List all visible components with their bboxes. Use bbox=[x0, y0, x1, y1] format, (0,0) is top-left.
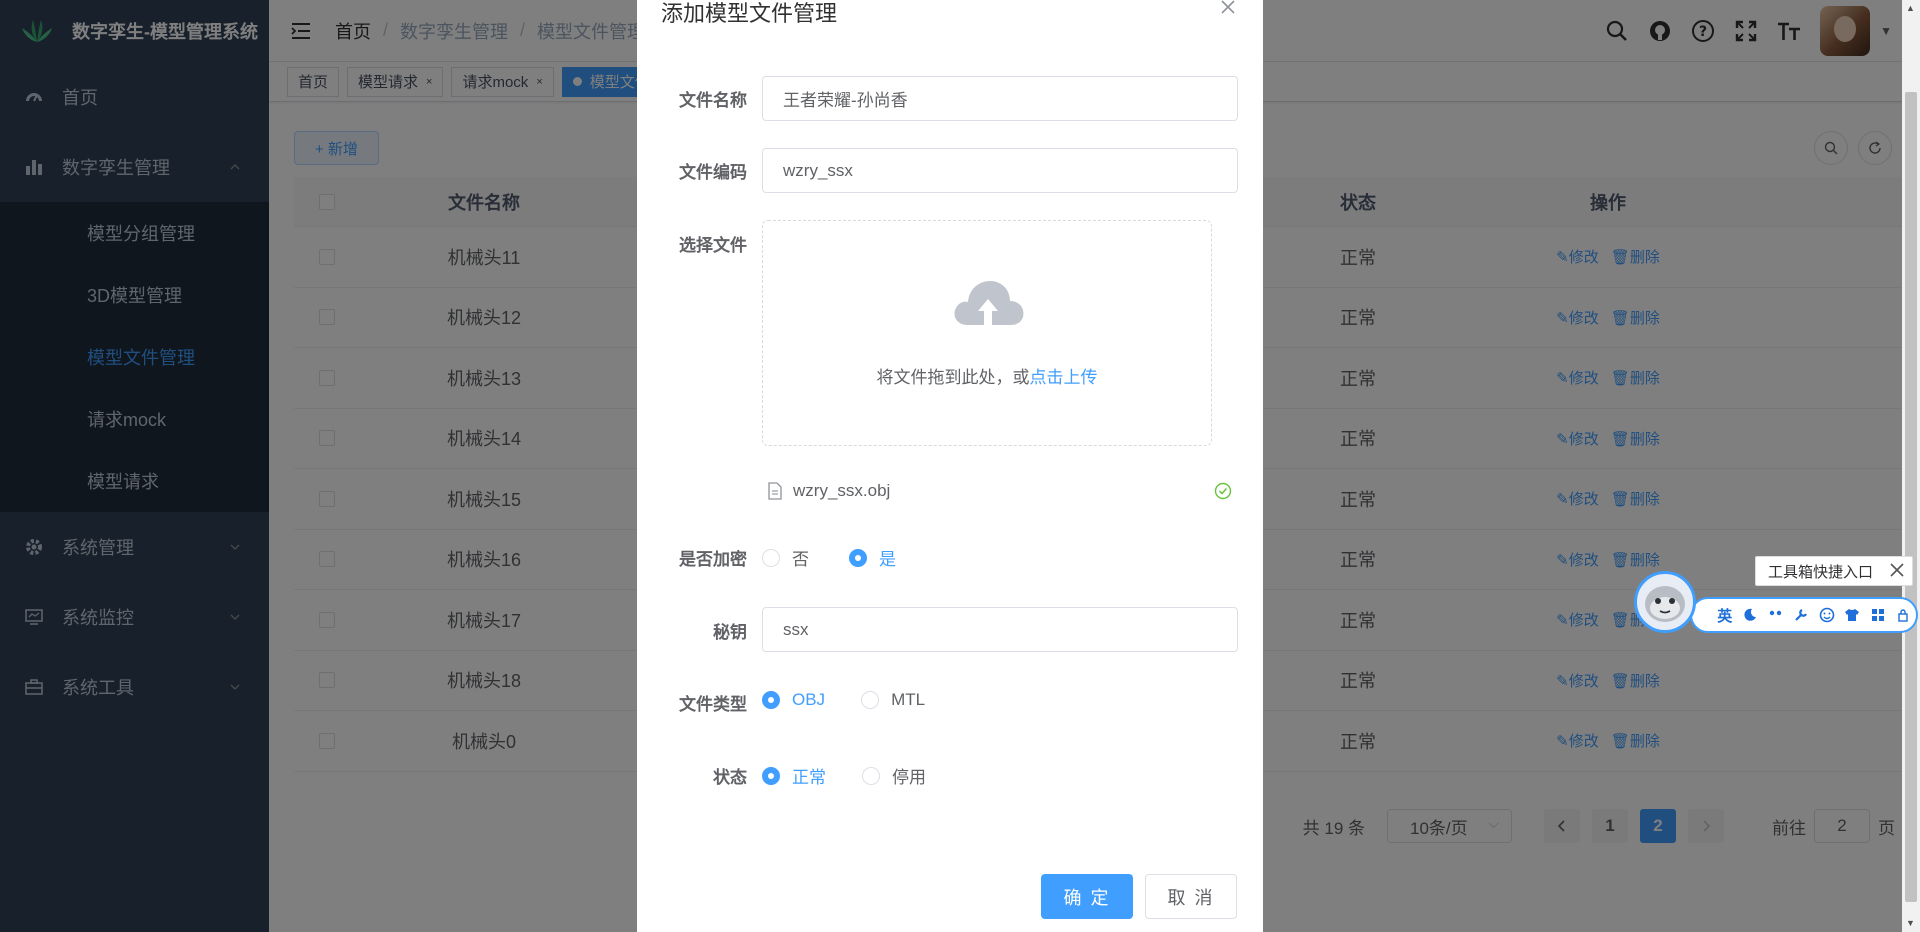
cancel-button[interactable]: 取 消 bbox=[1145, 874, 1237, 919]
toolbox-tooltip: 工具箱快捷入口 bbox=[1755, 556, 1913, 586]
grid-icon[interactable] bbox=[1865, 604, 1891, 626]
moon-icon[interactable] bbox=[1738, 604, 1764, 626]
uploaded-file-name: wzry_ssx.obj bbox=[793, 481, 891, 500]
add-file-dialog: 添加模型文件管理 文件名称 王者荣耀-孙尚香 文件编码 wzry_ssx 选择文… bbox=[637, 0, 1263, 932]
punctuation-icon[interactable] bbox=[1763, 604, 1789, 626]
wrench-icon[interactable] bbox=[1789, 604, 1815, 626]
type-mtl-radio[interactable]: MTL bbox=[861, 690, 925, 710]
upload-cloud-icon bbox=[954, 281, 1024, 325]
upload-link[interactable]: 点击上传 bbox=[1030, 368, 1098, 387]
state-disabled-radio[interactable]: 停用 bbox=[862, 763, 926, 788]
label-encrypt: 是否加密 bbox=[679, 550, 747, 569]
scroll-down-icon[interactable]: ▼ bbox=[1906, 918, 1915, 928]
radio-label: 正常 bbox=[792, 768, 826, 787]
page-scrollbar[interactable]: ▲ ▼ bbox=[1902, 0, 1920, 932]
confirm-button[interactable]: 确 定 bbox=[1041, 874, 1133, 919]
document-icon bbox=[768, 482, 782, 500]
upload-hint-text: 将文件拖到此处，或 bbox=[876, 368, 1030, 387]
ime-toolbox: 英 bbox=[1690, 597, 1918, 633]
encrypt-no-radio[interactable]: 否 bbox=[762, 545, 809, 570]
upload-hint: 将文件拖到此处，或点击上传 bbox=[763, 363, 1211, 388]
radio-label: 否 bbox=[792, 550, 809, 569]
close-icon[interactable] bbox=[1888, 561, 1906, 579]
emoji-icon[interactable] bbox=[1814, 604, 1840, 626]
label-state: 状态 bbox=[713, 768, 747, 787]
file-type-radio-group: OBJ MTL bbox=[762, 690, 961, 710]
label-file-name: 文件名称 bbox=[679, 91, 747, 110]
lock-icon[interactable] bbox=[1891, 604, 1917, 626]
state-radio-group: 正常 停用 bbox=[762, 763, 962, 788]
uploaded-file-item[interactable]: wzry_ssx.obj bbox=[762, 478, 1238, 504]
encrypt-yes-radio[interactable]: 是 bbox=[849, 545, 896, 570]
check-circle-icon bbox=[1214, 482, 1232, 500]
ime-lang-toggle[interactable]: 英 bbox=[1712, 604, 1738, 626]
close-icon[interactable] bbox=[1219, 0, 1237, 16]
label-file-type: 文件类型 bbox=[679, 695, 747, 714]
dialog-title: 添加模型文件管理 bbox=[661, 1, 838, 26]
scroll-up-icon[interactable]: ▲ bbox=[1906, 3, 1915, 13]
state-normal-radio[interactable]: 正常 bbox=[762, 763, 826, 788]
encrypt-radio-group: 否 是 bbox=[762, 545, 932, 570]
label-select-file: 选择文件 bbox=[679, 236, 747, 255]
secret-input[interactable]: ssx bbox=[762, 607, 1238, 652]
toolbox-mascot-icon[interactable] bbox=[1634, 571, 1696, 633]
skin-icon[interactable] bbox=[1840, 604, 1866, 626]
file-code-input[interactable]: wzry_ssx bbox=[762, 148, 1238, 193]
radio-label: 停用 bbox=[892, 768, 926, 787]
radio-label: MTL bbox=[891, 690, 926, 709]
file-name-input[interactable]: 王者荣耀-孙尚香 bbox=[762, 76, 1238, 121]
type-obj-radio[interactable]: OBJ bbox=[762, 690, 825, 710]
scrollbar-thumb[interactable] bbox=[1905, 92, 1917, 902]
radio-label: OBJ bbox=[792, 690, 826, 709]
radio-label: 是 bbox=[879, 550, 896, 569]
toolbox-tooltip-text: 工具箱快捷入口 bbox=[1768, 563, 1874, 581]
label-file-code: 文件编码 bbox=[679, 163, 747, 182]
upload-dropzone[interactable]: 将文件拖到此处，或点击上传 bbox=[762, 220, 1212, 446]
label-secret: 秘钥 bbox=[713, 623, 747, 642]
